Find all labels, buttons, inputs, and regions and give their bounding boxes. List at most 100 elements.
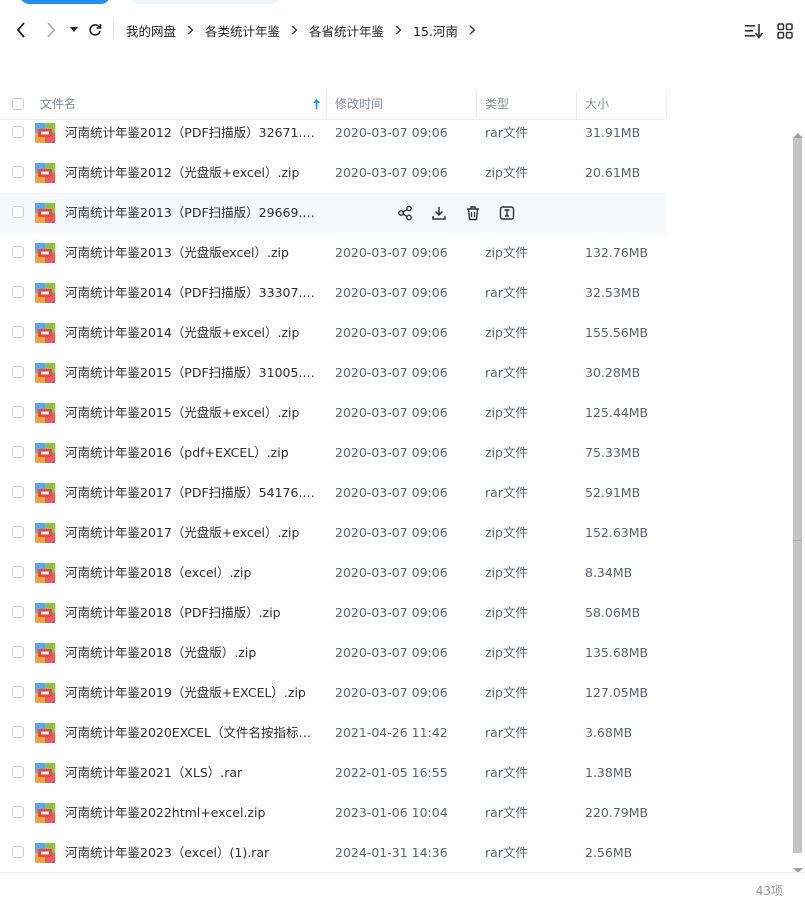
file-row[interactable]: 河南统计年鉴2019（光盘版+EXCEL）.zip 2020-03-07 09:0…	[0, 673, 666, 713]
sort-ascending-icon[interactable]	[312, 98, 321, 113]
file-row[interactable]: 河南统计年鉴2020EXCEL（文件名按指标名... 2021-04-26 11:…	[0, 713, 666, 753]
file-name[interactable]: 河南统计年鉴2015（光盘版+excel）.zip	[65, 393, 299, 433]
row-checkbox[interactable]	[12, 526, 24, 538]
file-row[interactable]: 河南统计年鉴2018（光盘版）.zip 2020-03-07 09:06 zip文件…	[0, 633, 666, 673]
file-name[interactable]: 河南统计年鉴2023（excel）(1).rar	[65, 833, 269, 873]
file-name[interactable]: 河南统计年鉴2014（光盘版+excel）.zip	[65, 313, 299, 353]
file-modified-time: 2020-03-07 09:06	[335, 245, 448, 260]
file-row[interactable]: 河南统计年鉴2015（PDF扫描版）31005.rar 2020-03-07 09…	[0, 353, 666, 393]
row-checkbox[interactable]	[12, 646, 24, 658]
nav-divider	[113, 21, 114, 39]
back-icon[interactable]	[12, 21, 30, 39]
file-row[interactable]: 河南统计年鉴2023（excel）(1).rar 2024-01-31 14:36…	[0, 833, 666, 873]
file-modified-time: 2021-04-26 11:42	[335, 725, 448, 740]
row-actions	[397, 205, 515, 221]
breadcrumb: 我的网盘 各类统计年鉴 各省统计年鉴 15.河南	[126, 20, 487, 40]
file-row[interactable]: 河南统计年鉴2017（光盘版+excel）.zip 2020-03-07 09:0…	[0, 513, 666, 553]
file-row[interactable]: 河南统计年鉴2021（XLS）.rar 2022-01-05 16:55 rar文件…	[0, 753, 666, 793]
top-search-bar[interactable]	[130, 0, 280, 4]
item-count: 43项	[755, 884, 783, 898]
row-checkbox[interactable]	[12, 766, 24, 778]
file-name[interactable]: 河南统计年鉴2021（XLS）.rar	[65, 753, 242, 793]
file-row[interactable]: 河南统计年鉴2013（PDF扫描版）29669.rar	[0, 193, 666, 233]
file-modified-time: 2024-01-31 14:36	[335, 845, 448, 860]
file-modified-time: 2020-03-07 09:06	[335, 605, 448, 620]
archive-file-icon	[35, 403, 55, 423]
rename-icon[interactable]	[499, 205, 515, 221]
row-checkbox[interactable]	[12, 206, 24, 218]
archive-file-icon	[35, 643, 55, 663]
row-checkbox[interactable]	[12, 246, 24, 258]
archive-file-icon	[35, 763, 55, 783]
share-icon[interactable]	[397, 205, 413, 221]
row-checkbox[interactable]	[12, 566, 24, 578]
file-name[interactable]: 河南统计年鉴2017（光盘版+excel）.zip	[65, 513, 299, 553]
file-size: 135.68MB	[585, 645, 649, 660]
file-size: 20.61MB	[585, 165, 641, 180]
file-type: zip文件	[485, 525, 528, 540]
row-checkbox[interactable]	[12, 726, 24, 738]
file-name[interactable]: 河南统计年鉴2022html+excel.zip	[65, 793, 265, 833]
file-modified-time: 2020-03-07 09:06	[335, 565, 448, 580]
file-modified-time: 2020-03-07 09:06	[335, 285, 448, 300]
file-name[interactable]: 河南统计年鉴2013（光盘版excel）.zip	[65, 233, 289, 273]
file-row[interactable]: 河南统计年鉴2015（光盘版+excel）.zip 2020-03-07 09:0…	[0, 393, 666, 433]
grid-view-icon[interactable]	[777, 23, 793, 43]
column-divider[interactable]	[666, 90, 667, 119]
file-row[interactable]: 河南统计年鉴2018（excel）.zip 2020-03-07 09:06 zip…	[0, 553, 666, 593]
file-name[interactable]: 河南统计年鉴2012（光盘版+excel）.zip	[65, 153, 299, 193]
scrollbar-thumb[interactable]	[793, 138, 802, 853]
file-row[interactable]: 河南统计年鉴2014（光盘版+excel）.zip 2020-03-07 09:0…	[0, 313, 666, 353]
file-type: zip文件	[485, 605, 528, 620]
select-all-checkbox[interactable]	[12, 98, 24, 110]
history-dropdown-icon[interactable]	[65, 21, 83, 39]
breadcrumb-item[interactable]: 我的网盘	[126, 21, 176, 40]
file-name[interactable]: 河南统计年鉴2019（光盘版+EXCEL）.zip	[65, 673, 306, 713]
file-row[interactable]: 河南统计年鉴2022html+excel.zip 2023-01-06 10:04…	[0, 793, 666, 833]
file-name[interactable]: 河南统计年鉴2012（PDF扫描版）32671.rar	[65, 113, 315, 153]
row-checkbox[interactable]	[12, 166, 24, 178]
row-checkbox[interactable]	[12, 406, 24, 418]
row-checkbox[interactable]	[12, 126, 24, 138]
sort-order-icon[interactable]	[745, 23, 764, 43]
download-icon[interactable]	[431, 205, 447, 221]
file-row[interactable]: 河南统计年鉴2018（PDF扫描版）.zip 2020-03-07 09:06 zi…	[0, 593, 666, 633]
chevron-right-icon[interactable]	[469, 25, 476, 35]
file-size: 75.33MB	[585, 445, 641, 460]
row-checkbox[interactable]	[12, 286, 24, 298]
breadcrumb-item-current[interactable]: 15.河南	[413, 21, 458, 40]
file-row[interactable]: 河南统计年鉴2013（光盘版excel）.zip 2020-03-07 09:06…	[0, 233, 666, 273]
row-checkbox[interactable]	[12, 366, 24, 378]
file-row[interactable]: 河南统计年鉴2012（PDF扫描版）32671.rar 2020-03-07 09…	[0, 113, 666, 153]
file-name[interactable]: 河南统计年鉴2017（PDF扫描版）54176.rar	[65, 473, 315, 513]
file-name[interactable]: 河南统计年鉴2015（PDF扫描版）31005.rar	[65, 353, 315, 393]
file-size: 1.38MB	[585, 765, 633, 780]
file-row[interactable]: 河南统计年鉴2014（PDF扫描版）33307.rar 2020-03-07 09…	[0, 273, 666, 313]
row-checkbox[interactable]	[12, 846, 24, 858]
row-checkbox[interactable]	[12, 326, 24, 338]
file-name[interactable]: 河南统计年鉴2014（PDF扫描版）33307.rar	[65, 273, 315, 313]
delete-icon[interactable]	[465, 205, 481, 221]
top-action-button[interactable]	[20, 0, 110, 4]
file-name[interactable]: 河南统计年鉴2018（excel）.zip	[65, 553, 251, 593]
row-checkbox[interactable]	[12, 686, 24, 698]
file-name[interactable]: 河南统计年鉴2013（PDF扫描版）29669.rar	[65, 193, 315, 233]
file-row[interactable]: 河南统计年鉴2017（PDF扫描版）54176.rar 2020-03-07 09…	[0, 473, 666, 513]
file-row[interactable]: 河南统计年鉴2016（pdf+EXCEL）.zip 2020-03-07 09:0…	[0, 433, 666, 473]
breadcrumb-item[interactable]: 各省统计年鉴	[309, 21, 384, 40]
breadcrumb-item[interactable]: 各类统计年鉴	[205, 21, 280, 40]
file-size: 155.56MB	[585, 325, 649, 340]
file-name[interactable]: 河南统计年鉴2020EXCEL（文件名按指标名...	[65, 713, 315, 753]
file-name[interactable]: 河南统计年鉴2018（光盘版）.zip	[65, 633, 256, 673]
row-checkbox[interactable]	[12, 486, 24, 498]
file-type: zip文件	[485, 405, 528, 420]
refresh-icon[interactable]	[86, 21, 104, 39]
file-name[interactable]: 河南统计年鉴2018（PDF扫描版）.zip	[65, 593, 281, 633]
scroll-down-icon[interactable]	[793, 859, 803, 878]
file-name[interactable]: 河南统计年鉴2016（pdf+EXCEL）.zip	[65, 433, 289, 473]
row-checkbox[interactable]	[12, 806, 24, 818]
row-checkbox[interactable]	[12, 446, 24, 458]
file-row[interactable]: 河南统计年鉴2012（光盘版+excel）.zip 2020-03-07 09:0…	[0, 153, 666, 193]
row-checkbox[interactable]	[12, 606, 24, 618]
forward-icon[interactable]	[42, 21, 60, 39]
